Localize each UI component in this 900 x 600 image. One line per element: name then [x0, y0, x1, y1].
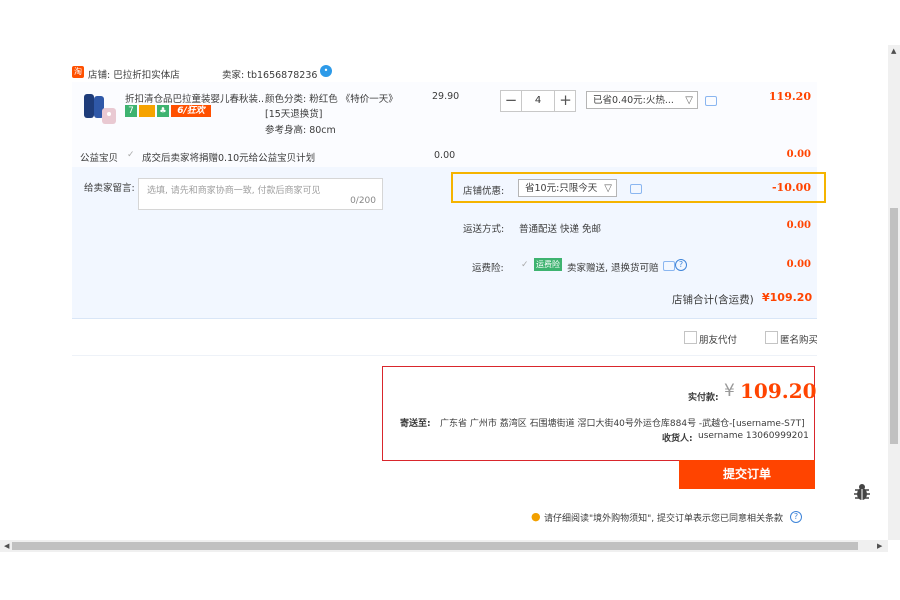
shop-name-link[interactable]: 店铺: 巴拉折扣实体店: [88, 67, 180, 81]
shop-header: 淘 店铺: 巴拉折扣实体店 卖家: tb1656878236 •: [72, 64, 817, 82]
pay-label: 实付款:: [688, 393, 719, 403]
shop-total-label: 店铺合计(含运费): [672, 294, 754, 306]
shipping-label: 运送方式:: [463, 224, 505, 235]
spec-color: 颜色分类: 粉红色 《特价一天》: [265, 94, 398, 105]
quantity-minus-button[interactable]: −: [501, 91, 522, 111]
address-label: 寄送至:: [400, 419, 431, 429]
anonymous-checkbox[interactable]: [765, 331, 778, 344]
shipping-value: 普通配送 快递 免邮: [519, 224, 602, 235]
chevron-down-icon: ▽: [604, 183, 612, 194]
receiver-text: username 13060999201: [698, 431, 809, 441]
anonymous-label: 匿名购买: [780, 335, 817, 346]
message-placeholder: 选填, 请先和商家协商一致, 付款后商家可见: [147, 186, 321, 196]
charity-label: 公益宝贝: [80, 153, 119, 164]
product-title-link[interactable]: 折扣清仓品巴拉童装婴儿春秋装...: [125, 91, 263, 105]
insurance-tag: 运费险: [534, 258, 562, 271]
horizontal-scrollbar[interactable]: ◀ ▶: [0, 540, 888, 552]
insurance-amount: 0.00: [786, 259, 811, 270]
item-subtotal: 119.20: [768, 90, 811, 103]
scroll-right-arrow-icon[interactable]: ▶: [877, 542, 882, 550]
quantity-plus-button[interactable]: +: [554, 91, 576, 111]
submit-order-button[interactable]: 提交订单: [679, 460, 815, 489]
divider: [72, 355, 817, 356]
charity-price: 0.00: [434, 150, 456, 161]
insurance-check-icon: ✓: [521, 260, 529, 270]
scroll-left-arrow-icon[interactable]: ◀: [4, 542, 9, 550]
message-label: 给卖家留言:: [84, 183, 135, 194]
insurance-label: 运费险:: [472, 263, 504, 274]
location-pin-icon: ●: [531, 510, 541, 523]
charity-check-icon: ✓: [127, 150, 135, 160]
item-discount-info-icon[interactable]: [705, 96, 717, 106]
chat-bubble-icon[interactable]: •: [320, 65, 332, 77]
message-counter: 0/200: [350, 196, 376, 206]
shop-promo-amount: -10.00: [771, 181, 811, 194]
horizontal-scroll-thumb[interactable]: [12, 542, 858, 550]
bug-icon[interactable]: [852, 482, 872, 502]
item-discount-label: 已省0.40元:火热...: [593, 95, 674, 106]
card-payment-icon: [139, 105, 155, 117]
insurance-chat-icon[interactable]: [663, 261, 675, 271]
shop-promo-label: 店铺优惠:: [463, 186, 505, 197]
seller-name-link[interactable]: 卖家: tb1656878236: [222, 67, 317, 81]
shop-promo-info-icon[interactable]: [630, 184, 642, 194]
charity-text: 成交后卖家将捐赠0.10元给公益宝贝计划: [142, 153, 316, 164]
address-text: 广东省 广州市 荔湾区 石围塘街道 滘口大街40号外运仓库884号 -武越仓-[…: [440, 419, 805, 429]
vertical-scroll-thumb[interactable]: [890, 208, 898, 444]
pay-currency: ¥: [724, 381, 735, 401]
product-image-icon: [84, 94, 116, 124]
unit-price: 29.90: [432, 91, 460, 102]
quantity-input[interactable]: 4: [522, 91, 554, 111]
taobao-logo-icon: 淘: [72, 66, 84, 78]
pay-amount: 109.20: [740, 379, 817, 403]
shipping-amount: 0.00: [786, 220, 811, 231]
shop-promo-select-label: 省10元:只限今天: [525, 183, 598, 194]
item-discount-select[interactable]: 已省0.40元:火热... ▽: [586, 91, 698, 109]
insurance-text: 卖家赠送, 退换货可赔: [567, 263, 659, 274]
help-question-icon[interactable]: ?: [675, 259, 687, 271]
shop-promo-select[interactable]: 省10元:只限今天 ▽: [518, 179, 617, 197]
chevron-down-icon: ▽: [685, 95, 693, 106]
spec-height: 参考身高: 80cm: [265, 125, 336, 136]
spec-return-policy: [15天退换货]: [265, 109, 323, 120]
seven-day-return-badge: 7: [125, 105, 137, 117]
receiver-label: 收货人:: [662, 434, 693, 444]
message-textarea[interactable]: 选填, 请先和商家协商一致, 付款后商家可见 0/200: [138, 178, 383, 210]
friend-pay-label: 朋友代付: [699, 335, 738, 346]
scroll-up-arrow-icon[interactable]: ▲: [891, 47, 896, 55]
friend-pay-checkbox[interactable]: [684, 331, 697, 344]
charity-amount: 0.00: [786, 149, 811, 160]
notice-help-icon[interactable]: ?: [790, 511, 802, 523]
notice-text: 请仔细阅读"境外购物须知", 提交订单表示您已同意相关条款: [544, 514, 784, 524]
shop-total-amount: ¥109.20: [762, 291, 813, 304]
product-thumbnail[interactable]: [80, 92, 118, 128]
quantity-stepper: − 4 +: [500, 90, 576, 112]
vertical-scrollbar[interactable]: ▲: [888, 45, 900, 540]
green-leaf-icon: ♣: [157, 105, 169, 117]
promo-61-badge: 6/狂欢: [171, 105, 211, 117]
